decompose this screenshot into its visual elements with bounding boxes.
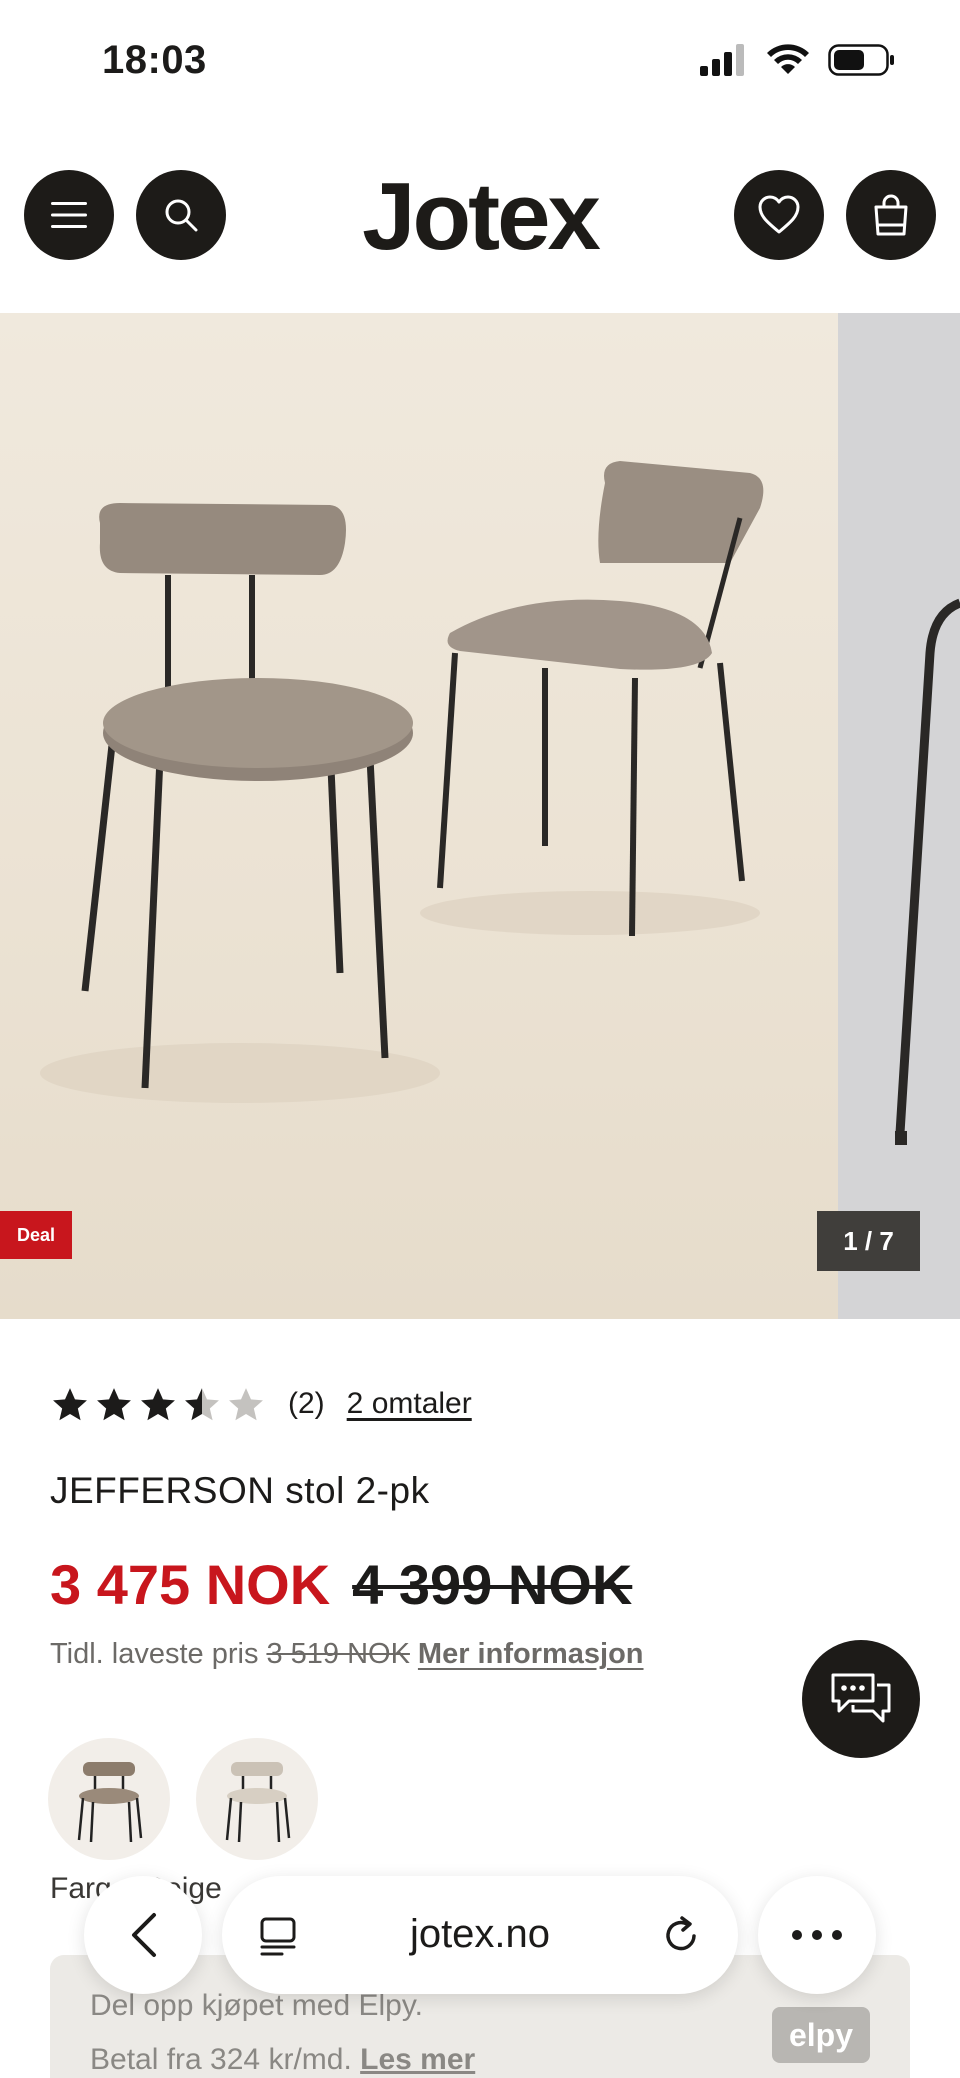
- status-icons: [700, 44, 896, 76]
- lowest-price-label: Tidl. laveste pris: [50, 1638, 259, 1670]
- wifi-icon: [767, 44, 809, 74]
- product-image[interactable]: [0, 313, 838, 1319]
- original-price: 4 399 NOK: [352, 1553, 633, 1616]
- product-image-gallery[interactable]: Deal 1 / 7: [0, 313, 960, 1319]
- address-bar[interactable]: jotex.no: [222, 1876, 738, 1994]
- next-product-image-peek[interactable]: [838, 313, 960, 1319]
- ellipsis-icon: [792, 1930, 842, 1940]
- lowest-price-value: 3 519 NOK: [266, 1638, 410, 1670]
- chat-bubbles-icon: [831, 1673, 891, 1723]
- cart-button[interactable]: [846, 170, 936, 260]
- heart-icon: [758, 195, 800, 234]
- status-time: 18:03: [102, 38, 207, 82]
- star-icon: [141, 1388, 175, 1421]
- chair-thumbnail: [225, 1762, 291, 1843]
- rating-stars: [50, 1386, 266, 1422]
- current-price: 3 475 NOK: [50, 1553, 331, 1616]
- browser-toolbar: jotex.no: [0, 1876, 960, 1996]
- star-icon: [229, 1388, 263, 1421]
- site-header: Jotex: [0, 160, 960, 270]
- status-bar: 18:03: [0, 0, 960, 128]
- color-swatch-brown[interactable]: [48, 1738, 170, 1860]
- price-row: 3 475 NOK 4 399 NOK: [50, 1552, 632, 1617]
- elpy-logo: elpy: [772, 2007, 870, 2063]
- back-button[interactable]: [84, 1876, 202, 1994]
- more-info-link[interactable]: Mer informasjon: [418, 1638, 644, 1671]
- more-options-button[interactable]: [758, 1876, 876, 1994]
- chair-leg-illustration: [895, 598, 960, 1145]
- cellular-signal-icon: [700, 44, 744, 76]
- elpy-read-more-link[interactable]: Les mer: [360, 2043, 475, 2076]
- chairs-illustration: [40, 461, 764, 1103]
- lowest-price-row: Tidl. laveste pris 3 519 NOK Mer informa…: [50, 1638, 644, 1671]
- star-icon: [53, 1388, 87, 1421]
- product-title: JEFFERSON stol 2-pk: [50, 1470, 430, 1511]
- shopping-bag-icon: [874, 194, 908, 236]
- star-icon: [185, 1388, 219, 1421]
- elpy-installment-text: Betal fra 324 kr/md.: [90, 2043, 352, 2076]
- review-count: (2): [288, 1387, 325, 1420]
- chevron-left-icon: [132, 1913, 156, 1957]
- rating-row: (2) 2 omtaler: [50, 1384, 472, 1424]
- star-icon: [97, 1388, 131, 1421]
- image-counter: 1 / 7: [817, 1211, 920, 1271]
- color-swatch-beige[interactable]: [196, 1738, 318, 1860]
- chair-thumbnail: [77, 1762, 143, 1843]
- elpy-installment: Betal fra 324 kr/md. Les mer: [90, 2043, 475, 2077]
- battery-icon: [828, 44, 894, 76]
- wishlist-button[interactable]: [734, 170, 824, 260]
- deal-badge: Deal: [0, 1211, 72, 1259]
- chat-button[interactable]: [802, 1640, 920, 1758]
- reload-icon[interactable]: [660, 1914, 702, 1956]
- reviews-link[interactable]: 2 omtaler: [347, 1387, 472, 1421]
